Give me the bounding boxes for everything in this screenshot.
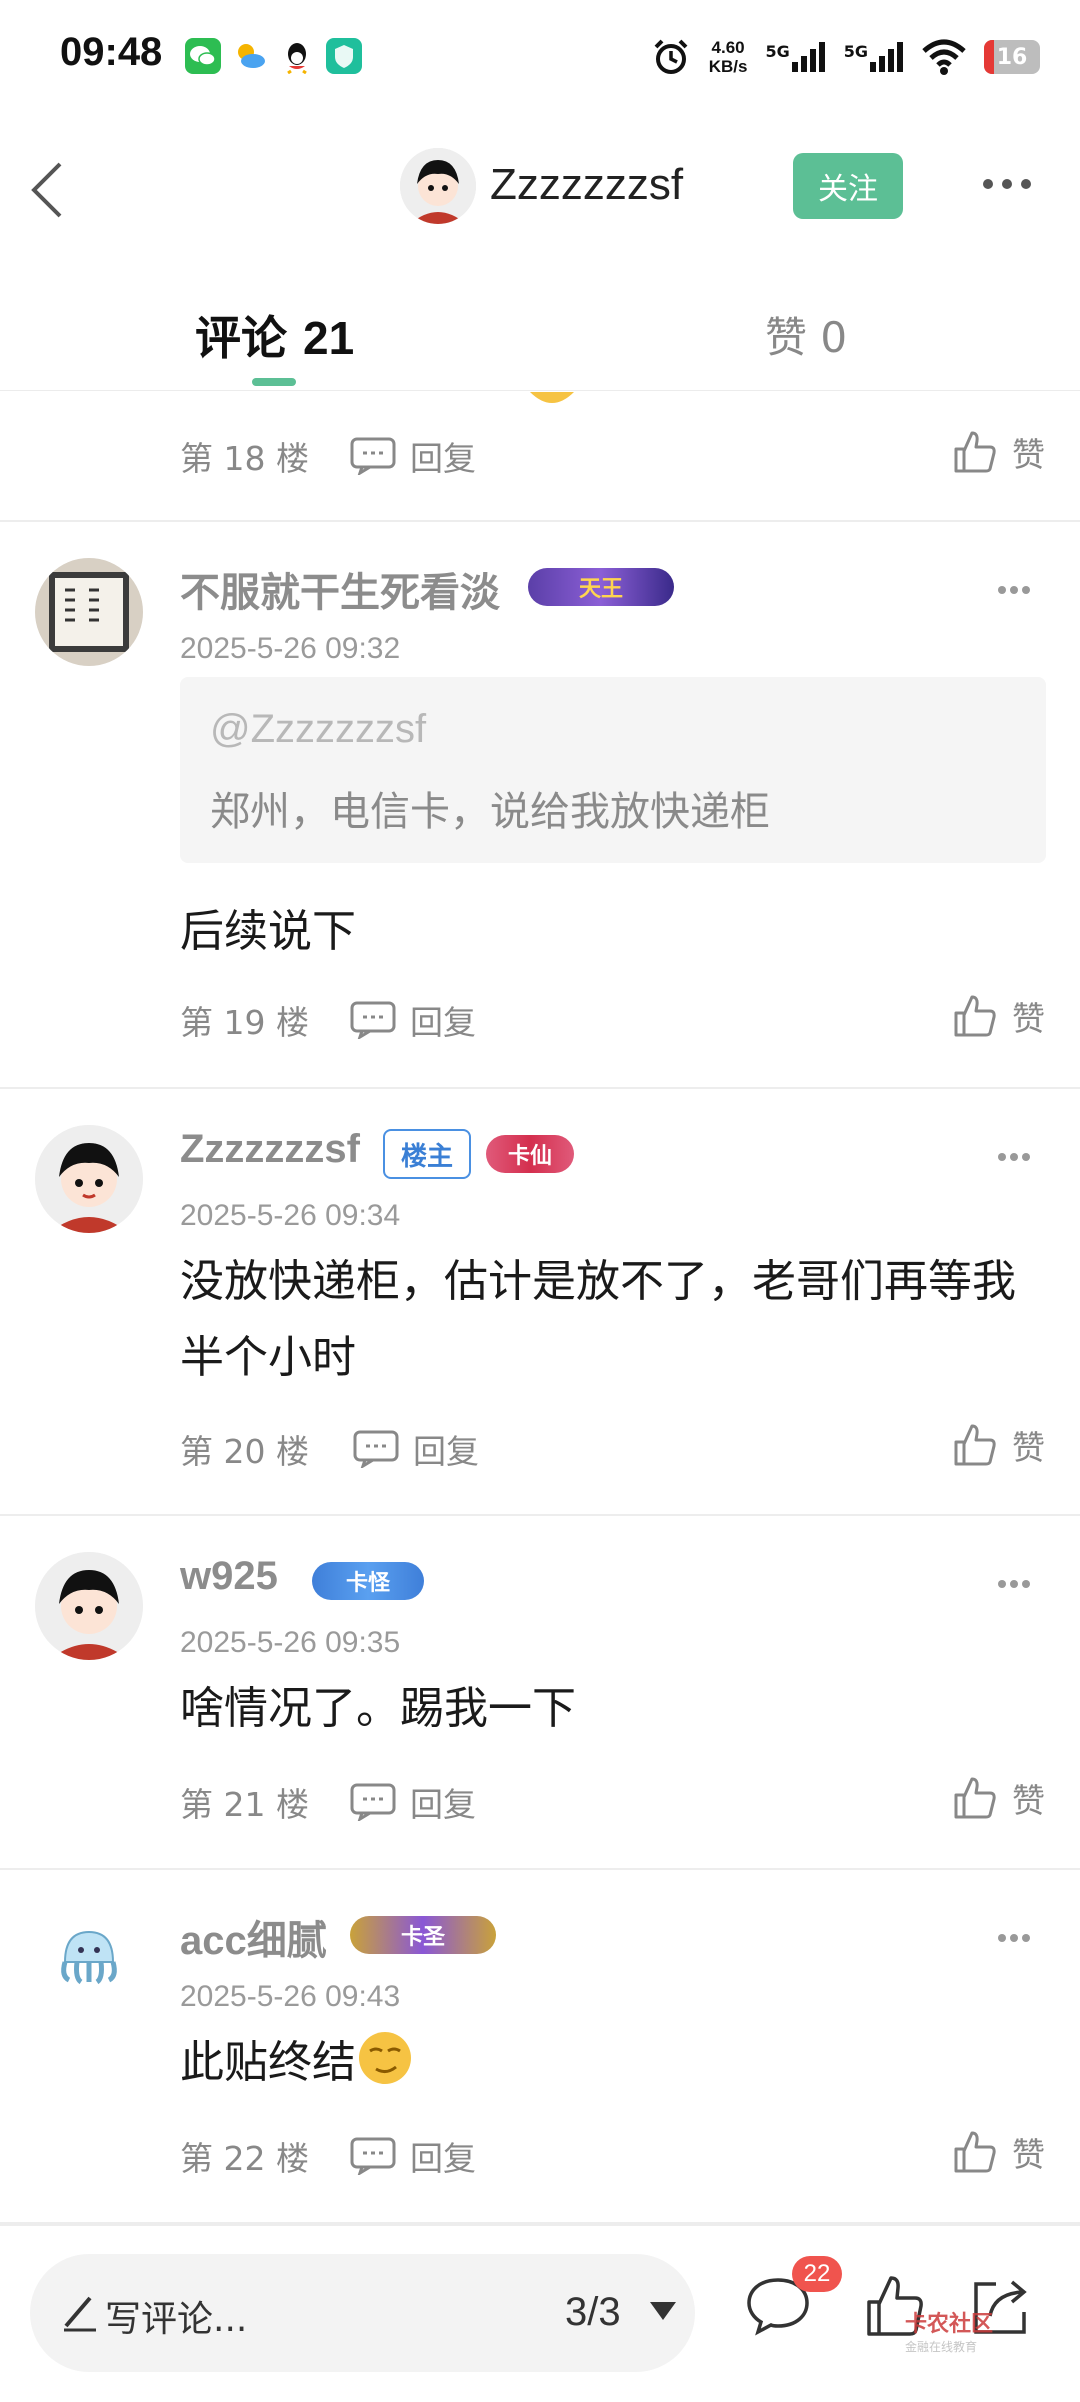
floor-number: 第 18 楼 [180,439,309,478]
write-comment-label: 写评论... [105,2299,248,2340]
comment-more-icon[interactable] [996,1578,1032,1590]
comment-username[interactable]: acc细腻 [180,1908,327,1966]
back-arrow-icon[interactable] [28,160,68,220]
reply-icon [353,1430,399,1468]
signal-2-icon: 5G [844,42,904,72]
thumbs-up-icon [954,995,996,1037]
comment-more-icon[interactable] [996,584,1032,596]
rank-badge: 卡怪 [312,1562,424,1600]
like-button[interactable]: 赞 [952,2128,1045,2176]
status-bar: 09:48 4.60 KB/s 5G 5G 16 [0,0,1080,110]
tab-bar: 评论 21 赞 0 [0,280,1080,391]
quoted-username: @Zzzzzzzsf [210,707,427,751]
thumbs-up-icon [954,2131,996,2173]
status-time: 09:48 [60,30,163,74]
reply-icon [350,2137,396,2175]
quoted-comment[interactable]: @Zzzzzzzsf 郑州，电信卡，说给我放快递柜 [180,677,1046,863]
comment-text: 此贴终结 [180,2037,356,2088]
reply-icon [350,1001,396,1039]
comment-text: 啥情况了。踢我一下 [180,1683,576,1734]
comment-username[interactable]: Zzzzzzzsf [180,1127,360,1172]
reply-icon [350,437,396,475]
smirk-emoji-icon [359,2032,411,2084]
comment-item: Zzzzzzzsf 楼主 卡仙 2025-5-26 09:34 没放快递柜，估计… [0,1089,1080,1516]
comment-item: w925 卡怪 2025-5-26 09:35 啥情况了。踢我一下 第 21 楼… [0,1516,1080,1870]
avatar[interactable] [35,558,143,666]
alarm-icon [654,39,688,74]
thumbs-up-icon [954,1777,996,1819]
reply-button[interactable]: 回复 [350,432,476,480]
emoji-icon [530,392,574,403]
rank-badge: 卡仙 [486,1135,574,1173]
comment-text: 没放快递柜，估计是放不了，老哥们再等我半个小时 [180,1256,1016,1383]
thumbs-up-icon [954,431,996,473]
tab-comments[interactable]: 评论 21 [195,302,354,368]
comment-date: 2025-5-26 09:32 [180,632,401,665]
qq-icon [279,38,315,75]
battery-icon: 16 [984,40,1040,74]
avatar[interactable] [35,1906,143,2014]
wechat-icon [185,38,221,74]
reply-button[interactable]: 回复 [350,996,476,1044]
network-speed: 4.60 KB/s [708,38,748,76]
quoted-text: 郑州，电信卡，说给我放快递柜 [210,789,770,835]
comment-text-row: 此贴终结 [180,2025,1050,2101]
tab-indicator [252,378,296,386]
signal-1-icon: 5G [765,42,825,72]
comment-more-icon[interactable] [996,1932,1032,1944]
tab-likes[interactable]: 赞 0 [765,304,847,365]
reply-button[interactable]: 回复 [350,2132,476,2180]
watermark: 卡农社区 金融在线教育 [905,2312,994,2354]
comment-username[interactable]: w925 [180,1554,278,1599]
comment-item: 不服就干生死看淡 天王 2025-5-26 09:32 @Zzzzzzzsf 郑… [0,522,1080,1089]
floor-number: 第 22 楼 [180,2139,309,2178]
like-button[interactable]: 赞 [952,1421,1045,1469]
comment-count-badge: 22 [792,2256,842,2292]
comment-date: 2025-5-26 09:34 [180,1199,401,1232]
comment-date: 2025-5-26 09:35 [180,1626,401,1659]
weather-icon [232,38,268,74]
reply-button[interactable]: 回复 [350,1778,476,1826]
like-button[interactable]: 赞 [952,1774,1045,1822]
like-button[interactable]: 赞 [952,428,1045,476]
comment-text: 后续说下 [180,906,356,957]
thumbs-up-icon [954,1424,996,1466]
bottom-bar: 写评论... 3/3 22 卡农社区 金融在线教育 [0,2224,1080,2402]
avatar[interactable] [35,1552,143,1660]
comment-item: 第 18 楼 回复 赞 [0,392,1080,522]
floor-number: 第 20 楼 [180,1432,309,1471]
wifi-icon [922,39,966,75]
owner-tag: 楼主 [383,1129,471,1179]
dropdown-icon[interactable] [650,2302,676,2320]
pencil-icon [64,2296,96,2332]
rank-badge: 卡圣 [350,1916,496,1954]
reply-icon [350,1783,396,1821]
comment-more-icon[interactable] [996,1151,1032,1163]
page-indicator[interactable]: 3/3 [565,2290,621,2335]
like-button[interactable]: 赞 [952,992,1045,1040]
avatar[interactable] [400,148,476,224]
comment-username[interactable]: 不服就干生死看淡 [180,560,500,618]
floor-number: 第 19 楼 [180,1003,309,1042]
reply-button[interactable]: 回复 [353,1425,479,1473]
nav-header: Zzzzzzzsf 关注 [0,120,1080,250]
rank-badge: 天王 [528,568,674,606]
write-comment-input[interactable]: 写评论... 3/3 [30,2254,695,2372]
header-username[interactable]: Zzzzzzzsf [490,160,683,210]
comment-item: acc细腻 卡圣 2025-5-26 09:43 此贴终结 第 22 楼 回复 … [0,1870,1080,2224]
follow-button[interactable]: 关注 [793,153,903,219]
shield-app-icon [326,38,362,74]
floor-number: 第 21 楼 [180,1785,309,1824]
comment-date: 2025-5-26 09:43 [180,1980,401,2013]
more-options-icon[interactable] [980,172,1034,196]
avatar[interactable] [35,1125,143,1233]
